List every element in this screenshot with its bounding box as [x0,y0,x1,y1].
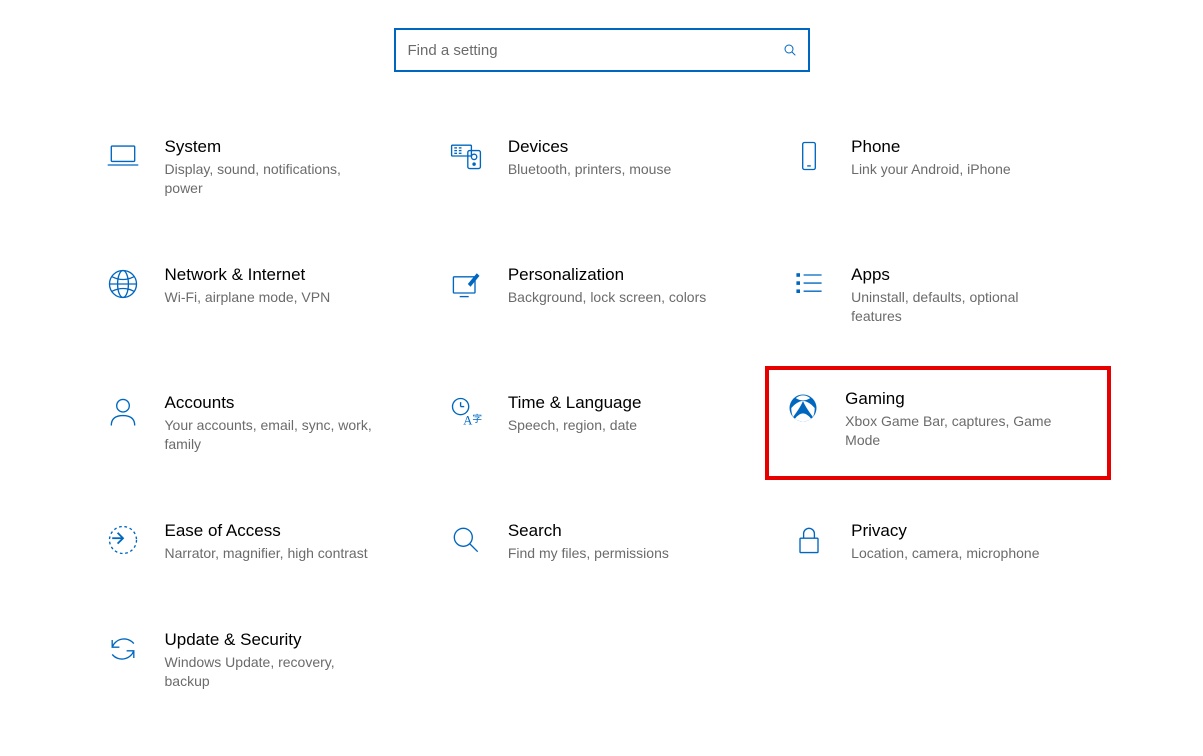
search-box[interactable] [394,28,810,72]
category-subtitle: Bluetooth, printers, mouse [508,160,718,179]
settings-grid: System Display, sound, notifications, po… [97,132,1107,695]
category-update-security[interactable]: Update & Security Windows Update, recove… [97,625,420,695]
paintbrush-icon [446,264,486,304]
category-title: Phone [851,136,1061,158]
category-subtitle: Display, sound, notifications, power [165,160,375,198]
category-title: Gaming [845,388,1055,410]
category-subtitle: Find my files, permissions [508,544,718,563]
category-time-language[interactable]: A 字 Time & Language Speech, region, date [440,388,763,458]
category-devices[interactable]: Devices Bluetooth, printers, mouse [440,132,763,202]
svg-text:字: 字 [472,412,482,425]
category-title: Accounts [165,392,375,414]
list-icon [789,264,829,304]
category-gaming[interactable]: Gaming Xbox Game Bar, captures, Game Mod… [765,366,1110,480]
svg-text:A: A [463,414,472,428]
category-network[interactable]: Network & Internet Wi-Fi, airplane mode,… [97,260,420,330]
category-title: System [165,136,375,158]
category-ease-of-access[interactable]: Ease of Access Narrator, magnifier, high… [97,516,420,567]
magnifier-icon [446,520,486,560]
category-title: Apps [851,264,1061,286]
category-subtitle: Narrator, magnifier, high contrast [165,544,375,563]
category-apps[interactable]: Apps Uninstall, defaults, optional featu… [783,260,1106,330]
category-search[interactable]: Search Find my files, permissions [440,516,763,567]
category-subtitle: Uninstall, defaults, optional features [851,288,1061,326]
category-subtitle: Windows Update, recovery, backup [165,653,375,691]
category-subtitle: Speech, region, date [508,416,718,435]
laptop-icon [103,136,143,176]
search-icon [772,42,808,58]
category-title: Update & Security [165,629,375,651]
category-title: Search [508,520,718,542]
category-privacy[interactable]: Privacy Location, camera, microphone [783,516,1106,567]
category-accounts[interactable]: Accounts Your accounts, email, sync, wor… [97,388,420,458]
person-icon [103,392,143,432]
search-input[interactable] [396,30,772,70]
category-subtitle: Wi-Fi, airplane mode, VPN [165,288,375,307]
globe-icon [103,264,143,304]
category-system[interactable]: System Display, sound, notifications, po… [97,132,420,202]
time-language-icon: A 字 [446,392,486,432]
xbox-icon [783,388,823,428]
category-title: Personalization [508,264,718,286]
category-subtitle: Your accounts, email, sync, work, family [165,416,375,454]
ease-of-access-icon [103,520,143,560]
phone-icon [789,136,829,176]
category-personalization[interactable]: Personalization Background, lock screen,… [440,260,763,330]
category-title: Devices [508,136,718,158]
sync-icon [103,629,143,669]
category-subtitle: Link your Android, iPhone [851,160,1061,179]
devices-icon [446,136,486,176]
category-title: Privacy [851,520,1061,542]
category-subtitle: Background, lock screen, colors [508,288,718,307]
lock-icon [789,520,829,560]
category-title: Network & Internet [165,264,375,286]
category-phone[interactable]: Phone Link your Android, iPhone [783,132,1106,202]
category-subtitle: Location, camera, microphone [851,544,1061,563]
category-title: Time & Language [508,392,718,414]
category-title: Ease of Access [165,520,375,542]
category-subtitle: Xbox Game Bar, captures, Game Mode [845,412,1055,450]
